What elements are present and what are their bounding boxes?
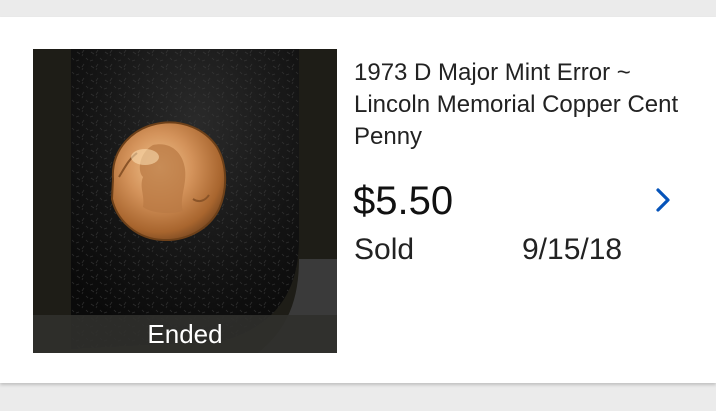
ended-overlay: Ended — [33, 315, 337, 353]
coin-photo — [33, 49, 337, 353]
chevron-right-icon-glyph — [656, 188, 670, 212]
listing-thumbnail[interactable]: Ended — [33, 49, 337, 353]
listing-price: $5.50 — [353, 179, 454, 223]
sale-status: Sold — [354, 233, 415, 266]
listing-card[interactable]: Ended 1973 D Major Mint Error ~ Lincoln … — [0, 17, 716, 383]
chevron-right-icon[interactable] — [648, 183, 678, 217]
listing-title[interactable]: 1973 D Major Mint Error ~ Lincoln Memori… — [354, 57, 684, 153]
sale-date: 9/15/18 — [522, 233, 623, 266]
